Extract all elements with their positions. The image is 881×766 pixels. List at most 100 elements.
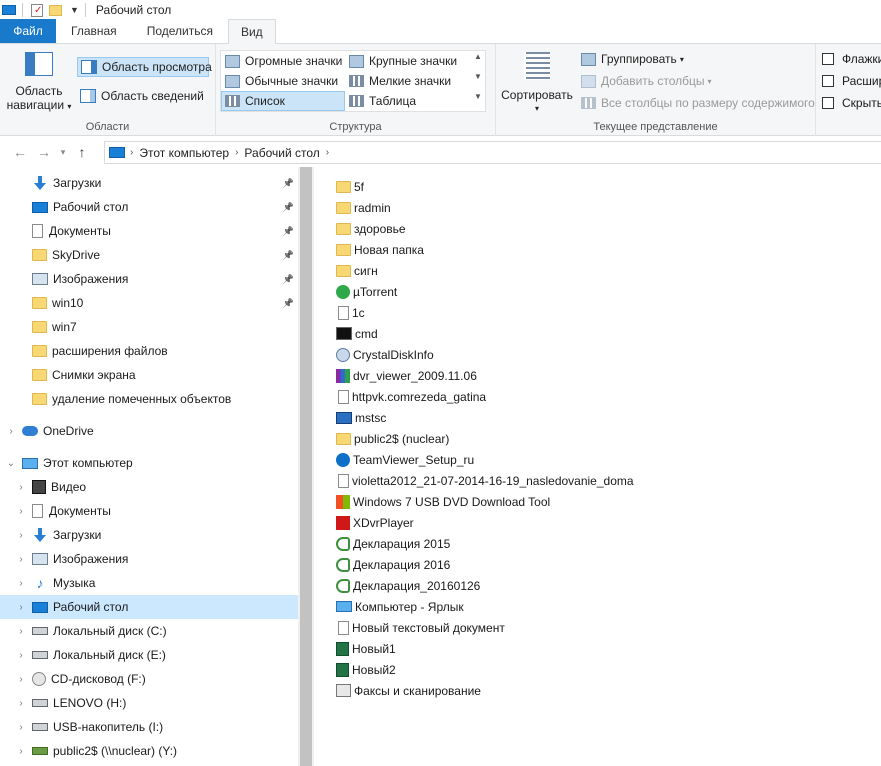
quick-access-item[interactable]: win7: [0, 315, 298, 339]
file-item[interactable]: radmin: [336, 197, 391, 218]
expand-right-icon[interactable]: ›: [14, 746, 28, 757]
quick-access-item[interactable]: Рабочий стол 📌: [0, 195, 298, 219]
quick-access-dropdown-icon[interactable]: ▼: [70, 5, 79, 15]
file-item[interactable]: cmd: [336, 323, 378, 344]
expand-right-icon[interactable]: ›: [14, 482, 28, 493]
file-item[interactable]: 1c: [336, 302, 365, 323]
item-checkboxes-toggle[interactable]: Флажки: [822, 52, 881, 66]
normal-icons-option[interactable]: Обычные значки: [222, 71, 341, 91]
properties-icon[interactable]: ✓: [31, 3, 43, 17]
this-pc-item[interactable]: › CD-дисковод (F:): [0, 667, 298, 691]
pin-icon[interactable]: 📌: [283, 274, 294, 285]
navigation-scrollbar-thumb[interactable]: [300, 167, 312, 766]
large-icons-option[interactable]: Крупные значки: [346, 51, 460, 71]
navigation-pane-button[interactable]: Область навигации ▾: [6, 52, 72, 114]
file-item[interactable]: Компьютер - Ярлык: [336, 596, 464, 617]
file-item[interactable]: CrystalDiskInfo: [336, 344, 434, 365]
quick-access-item[interactable]: удаление помеченных объектов: [0, 387, 298, 411]
expand-right-icon[interactable]: ›: [14, 722, 28, 733]
expand-right-icon[interactable]: ›: [4, 426, 18, 437]
file-extensions-checkbox[interactable]: [822, 75, 834, 87]
this-pc-item[interactable]: › public2$ (\\nuclear) (Y:): [0, 739, 298, 763]
this-pc-item[interactable]: › USB-накопитель (I:): [0, 715, 298, 739]
file-item[interactable]: Декларация 2016: [336, 554, 450, 575]
file-item[interactable]: httpvk.comrezeda_gatina: [336, 386, 486, 407]
recent-locations-icon[interactable]: ▾: [56, 147, 70, 158]
pin-icon[interactable]: 📌: [283, 250, 294, 261]
this-pc-item[interactable]: › ♪ Музыка: [0, 571, 298, 595]
group-by-button[interactable]: Группировать ▾: [578, 49, 687, 69]
huge-icons-option[interactable]: Огромные значки: [222, 51, 345, 71]
fit-columns-button[interactable]: Все столбцы по размеру содержимого: [578, 93, 818, 113]
this-pc-item[interactable]: › Загрузки: [0, 523, 298, 547]
file-item[interactable]: 5f: [336, 176, 364, 197]
this-pc-item[interactable]: › LENOVO (H:): [0, 691, 298, 715]
file-item[interactable]: µTorrent: [336, 281, 397, 302]
new-folder-icon[interactable]: [49, 4, 62, 16]
chevron-right-icon[interactable]: ›: [235, 147, 238, 158]
this-pc-item[interactable]: › Локальный диск (C:): [0, 619, 298, 643]
file-item[interactable]: Факсы и сканирование: [336, 680, 481, 701]
file-item[interactable]: Новая папка: [336, 239, 424, 260]
file-item[interactable]: здоровье: [336, 218, 406, 239]
this-pc-item[interactable]: › Локальный диск (E:): [0, 643, 298, 667]
this-pc-item[interactable]: › Рабочий стол: [0, 595, 298, 619]
file-extensions-toggle[interactable]: Расшир: [822, 74, 881, 88]
expand-right-icon[interactable]: ›: [14, 530, 28, 541]
quick-access-item[interactable]: Загрузки 📌: [0, 171, 298, 195]
file-item[interactable]: сигн: [336, 260, 378, 281]
tab-view[interactable]: Вид: [227, 19, 276, 44]
expand-right-icon[interactable]: ›: [14, 626, 28, 637]
preview-pane-button[interactable]: Область просмотра: [77, 57, 212, 77]
gallery-scroll-up-icon[interactable]: ▲: [474, 52, 482, 61]
pin-icon[interactable]: 📌: [283, 226, 294, 237]
navigation-scrollbar[interactable]: [298, 167, 314, 766]
expand-right-icon[interactable]: ›: [14, 602, 28, 613]
quick-access-item[interactable]: Изображения 📌: [0, 267, 298, 291]
file-item[interactable]: Новый1: [336, 638, 396, 659]
this-pc-item[interactable]: › Видео: [0, 475, 298, 499]
file-item[interactable]: XDvrPlayer: [336, 512, 414, 533]
this-pc-item[interactable]: › Документы: [0, 499, 298, 523]
file-item[interactable]: mstsc: [336, 407, 386, 428]
hidden-items-toggle[interactable]: Скрыть: [822, 96, 881, 110]
this-pc-item[interactable]: › Изображения: [0, 547, 298, 571]
up-button[interactable]: ↑: [70, 144, 94, 160]
quick-access-item[interactable]: Снимки экрана: [0, 363, 298, 387]
file-item[interactable]: dvr_viewer_2009.11.06: [336, 365, 477, 386]
tab-home[interactable]: Главная: [56, 19, 132, 43]
add-columns-button[interactable]: Добавить столбцы ▾: [578, 71, 715, 91]
forward-button[interactable]: →: [32, 144, 56, 160]
details-pane-button[interactable]: Область сведений: [77, 86, 207, 106]
sort-button[interactable]: Сортировать ▾: [500, 52, 574, 116]
file-item[interactable]: Windows 7 USB DVD Download Tool: [336, 491, 550, 512]
expand-right-icon[interactable]: ›: [14, 674, 28, 685]
file-item[interactable]: Новый текстовый документ: [336, 617, 505, 638]
file-item[interactable]: Декларация 2015: [336, 533, 450, 554]
pin-icon[interactable]: 📌: [283, 202, 294, 213]
item-checkboxes-checkbox[interactable]: [822, 53, 834, 65]
gallery-scroll-down-icon[interactable]: ▼: [474, 72, 482, 81]
breadcrumb-this-pc[interactable]: Этот компьютер: [139, 146, 229, 160]
quick-access-item[interactable]: SkyDrive 📌: [0, 243, 298, 267]
expand-down-icon[interactable]: ⌄: [4, 458, 18, 469]
tab-file[interactable]: Файл: [0, 19, 56, 43]
list-option[interactable]: Список: [221, 91, 345, 111]
quick-access-item[interactable]: Документы 📌: [0, 219, 298, 243]
pin-icon[interactable]: 📌: [283, 178, 294, 189]
file-item[interactable]: Декларация_20160126: [336, 575, 480, 596]
file-item[interactable]: violetta2012_21-07-2014-16-19_nasledovan…: [336, 470, 634, 491]
expand-right-icon[interactable]: ›: [14, 578, 28, 589]
expand-right-icon[interactable]: ›: [14, 650, 28, 661]
table-option[interactable]: Таблица: [346, 91, 419, 111]
quick-access-item[interactable]: win10 📌: [0, 291, 298, 315]
back-button[interactable]: ←: [8, 144, 32, 160]
address-bar[interactable]: › Этот компьютер › Рабочий стол ›: [104, 141, 881, 164]
nav-item-this-pc[interactable]: ⌄ Этот компьютер: [0, 451, 298, 475]
gallery-more-icon[interactable]: ▼: [474, 92, 482, 101]
file-item[interactable]: public2$ (nuclear): [336, 428, 449, 449]
small-icons-option[interactable]: Мелкие значки: [346, 71, 454, 91]
pin-icon[interactable]: 📌: [283, 298, 294, 309]
expand-right-icon[interactable]: ›: [14, 506, 28, 517]
tab-share[interactable]: Поделиться: [132, 19, 228, 43]
